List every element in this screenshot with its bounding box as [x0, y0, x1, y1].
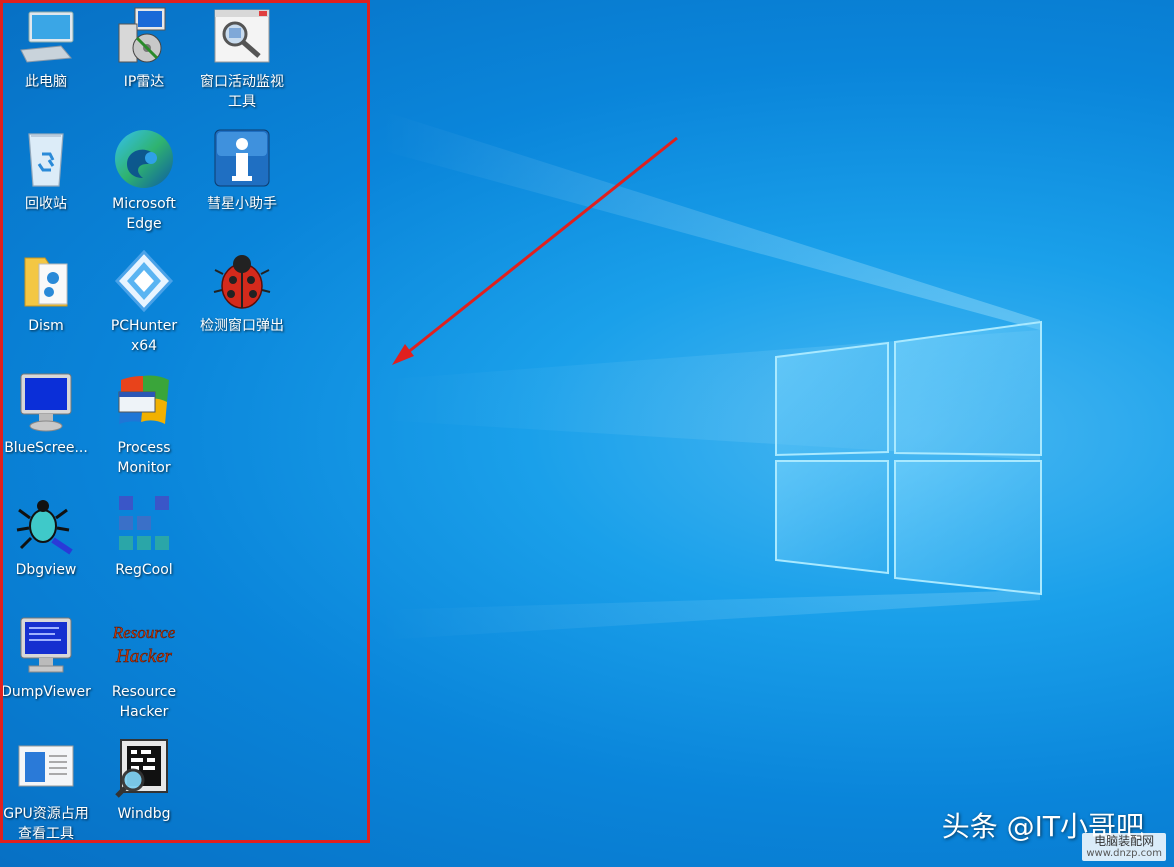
- site-watermark-url: www.dnzp.com: [1086, 848, 1162, 859]
- bluescreen-monitor-icon: [15, 372, 77, 434]
- desktop-icon-label: GPU资源占用 查看工具: [3, 806, 89, 842]
- resource-hacker-logo-line-2: Hacker: [115, 646, 173, 667]
- desktop-icon-label: PCHunter x64: [110, 318, 178, 354]
- comet-helper-icon: [211, 128, 273, 190]
- site-watermark-name: 电脑装配网: [1094, 834, 1155, 848]
- desktop-icon-comet-helper[interactable]: 彗星小助手: [193, 128, 291, 214]
- desktop-icon-windbg[interactable]: Windbg: [95, 738, 193, 824]
- dism-folder-icon: [15, 250, 77, 312]
- regcool-icon: [113, 494, 175, 556]
- desktop-icon-label: 窗口活动监视 工具: [200, 74, 284, 110]
- computer-icon: [15, 6, 77, 68]
- desktop-icon-dism[interactable]: Dism: [0, 250, 95, 336]
- desktop-icon-edge[interactable]: Microsoft Edge: [95, 128, 193, 234]
- desktop-icon-ip-radar[interactable]: IP雷达: [95, 6, 193, 92]
- desktop-icon-process-monitor[interactable]: Process Monitor: [95, 372, 193, 478]
- desktop-icon-bluescreen[interactable]: BlueScree...: [0, 372, 95, 458]
- process-monitor-icon: [113, 372, 175, 434]
- desktop-icon-pchunter[interactable]: PCHunter x64: [95, 249, 193, 356]
- desktop-icon-label: 回收站: [25, 196, 67, 212]
- desktop-icon-resource-hacker[interactable]: Resource Hacker Resource Hacker: [95, 616, 193, 722]
- desktop-icon-label: DumpViewer: [1, 684, 91, 700]
- desktop-icon-regcool[interactable]: RegCool: [95, 494, 193, 580]
- dumpviewer-monitor-icon: [15, 616, 77, 678]
- desktop-icon-label: Process Monitor: [117, 440, 171, 476]
- desktop-icon-label: BlueScree...: [4, 440, 88, 456]
- gpu-tool-icon: [15, 738, 77, 800]
- recycle-bin-icon: [15, 128, 77, 190]
- desktop-icon-label: Resource Hacker: [111, 684, 177, 720]
- desktop-icon-window-monitor[interactable]: 窗口活动监视 工具: [193, 6, 291, 112]
- desktop-icon-label: IP雷达: [123, 74, 165, 90]
- desktop-icon-label: RegCool: [115, 562, 173, 578]
- windbg-icon: [113, 738, 175, 800]
- desktop-icon-label: 此电脑: [25, 74, 67, 90]
- edge-icon: [113, 128, 175, 190]
- ip-radar-icon: [113, 6, 175, 68]
- desktop-icon-recycle-bin[interactable]: 回收站: [0, 128, 95, 214]
- desktop-icon-this-pc[interactable]: 此电脑: [0, 6, 95, 92]
- desktop-icon-label: Dism: [28, 318, 64, 334]
- desktop-icon-label: Windbg: [117, 806, 171, 822]
- desktop-icon-detect-popup[interactable]: 检测窗口弹出: [193, 250, 291, 336]
- resource-hacker-icon: Resource Hacker: [111, 616, 176, 678]
- desktop-icon-label: 彗星小助手: [207, 196, 277, 212]
- desktop-icon-dbgview[interactable]: Dbgview: [0, 494, 95, 580]
- resource-hacker-logo-line-1: Resource: [113, 623, 175, 642]
- dbgview-bug-icon: [15, 494, 77, 556]
- windows-logo: [775, 320, 1042, 596]
- site-watermark: 电脑装配网 www.dnzp.com: [1082, 833, 1166, 861]
- desktop-icon-label: Dbgview: [15, 562, 77, 578]
- desktop-icon-label: Microsoft Edge: [112, 196, 176, 232]
- desktop-icon-label: 检测窗口弹出: [200, 318, 284, 334]
- desktop-icon-dumpviewer[interactable]: DumpViewer: [0, 616, 95, 702]
- pchunter-icon: [113, 249, 175, 313]
- ladybug-icon: [211, 250, 273, 312]
- window-monitor-icon: [211, 6, 273, 68]
- desktop-icon-gpu-tool[interactable]: GPU资源占用 查看工具: [0, 738, 95, 844]
